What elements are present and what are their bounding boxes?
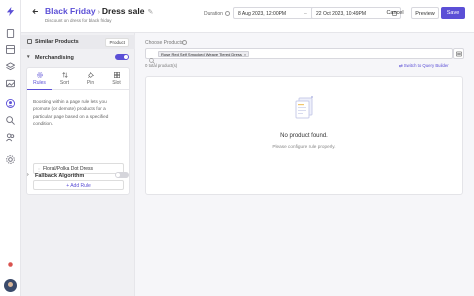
selected-product-chip: Rose Red Self Smocked Weave Tiered Dress… [158, 51, 250, 57]
page-title: Dress sale [101, 6, 145, 16]
date-separator: – [304, 11, 307, 17]
users-icon[interactable] [6, 133, 15, 142]
tab-label: Slot [112, 80, 121, 86]
merchandising-toggle[interactable] [115, 54, 129, 60]
save-button[interactable]: Save [441, 7, 465, 19]
fallback-label: Fallback Algorithm [35, 173, 85, 179]
product-search-input[interactable]: Rose Red Self Smocked Weave Tiered Dress… [145, 48, 453, 64]
similar-products-row[interactable]: Similar Products Product [21, 35, 135, 49]
page-subtitle: Discount on dress for black friday [45, 18, 112, 23]
merchandising-label: Merchandising [35, 55, 74, 61]
empty-state: No product found. Please configure rule … [145, 76, 463, 195]
edit-icon[interactable]: ✎ [147, 9, 153, 16]
choose-products-label: Choose Products [145, 40, 184, 46]
page-header: Black Friday › Dress sale ✎ Discount on dre… [21, 0, 474, 33]
tab-rules[interactable]: Rules [27, 68, 52, 90]
switch-query-builder-link[interactable]: ⇄ Switch to Query Builder [399, 63, 449, 69]
search-nav-icon[interactable] [6, 116, 15, 125]
rules-description: Boosting within a page rule lets you pro… [33, 99, 109, 127]
end-date-value: 22 Oct 2023, 10:49PM [316, 11, 367, 17]
chevron-right-icon[interactable]: › [27, 172, 29, 178]
similar-products-label: Similar Products [35, 39, 79, 45]
start-date-picker[interactable]: 8 Aug 2023, 12:00PM [233, 7, 323, 19]
pin-icon [87, 72, 94, 78]
similar-products-icon [27, 39, 32, 44]
breadcrumb-separator: › [97, 9, 100, 16]
pages-icon[interactable] [6, 29, 15, 38]
tab-slot[interactable]: Slot [104, 68, 129, 90]
preview-button[interactable]: Preview [411, 7, 439, 19]
main-content: Choose Products Rose Red Self Smocked We… [135, 33, 474, 296]
avatar[interactable] [4, 279, 17, 292]
merchandising-nav-icon[interactable] [6, 99, 15, 108]
grid-icon [113, 72, 120, 78]
logo-icon[interactable] [5, 6, 16, 17]
config-panel: Similar Products Product ▾ Merchandising… [21, 33, 135, 296]
chip-remove-button[interactable]: × [244, 52, 246, 57]
info-icon [225, 11, 230, 16]
fallback-row[interactable]: › Fallback Algorithm [21, 169, 135, 183]
search-icon [149, 51, 155, 64]
breadcrumb: Black Friday › Dress sale ✎ [45, 6, 153, 16]
switch-label: Switch to Query Builder [403, 63, 449, 68]
settings-icon[interactable] [6, 155, 15, 164]
tab-label: Pin [86, 80, 95, 86]
cancel-button[interactable]: Cancel [383, 7, 407, 19]
duration-label: Duration [204, 11, 223, 17]
tab-sort[interactable]: Sort [52, 68, 77, 90]
product-count: 0 total product(s) [145, 63, 178, 68]
app-window: Black Friday › Dress sale ✎ Discount on dre… [0, 0, 474, 296]
back-button[interactable] [32, 7, 39, 17]
fallback-toggle[interactable] [115, 172, 129, 178]
merch-tabs: Rules Sort Pin Slot [27, 68, 129, 90]
empty-state-title: No product found. [280, 133, 328, 139]
merchandising-row[interactable]: ▾ Merchandising [21, 51, 135, 65]
tab-label: Sort [59, 80, 70, 86]
start-date-value: 8 Aug 2023, 12:00PM [238, 11, 287, 17]
tab-pin[interactable]: Pin [78, 68, 103, 90]
empty-state-subtitle: Please configure rule properly. [272, 144, 336, 149]
sort-icon [61, 72, 68, 78]
image-icon[interactable] [6, 79, 15, 88]
icon-rail [0, 0, 21, 296]
list-icon [456, 51, 462, 57]
notification-icon[interactable] [6, 260, 15, 269]
layers-icon[interactable] [6, 62, 15, 71]
tab-label: Rules [33, 80, 46, 86]
product-tag: Product [105, 38, 129, 47]
arrow-left-icon [32, 9, 38, 14]
info-icon [182, 40, 187, 45]
catalog-icon[interactable] [6, 45, 15, 54]
gear-icon [36, 72, 43, 78]
breadcrumb-parent[interactable]: Black Friday [45, 6, 96, 16]
chevron-down-icon[interactable]: ▾ [27, 54, 30, 60]
empty-document-icon [295, 96, 313, 119]
chip-label: Rose Red Self Smocked Weave Tiered Dress [161, 52, 242, 57]
browse-products-button[interactable] [453, 48, 464, 59]
